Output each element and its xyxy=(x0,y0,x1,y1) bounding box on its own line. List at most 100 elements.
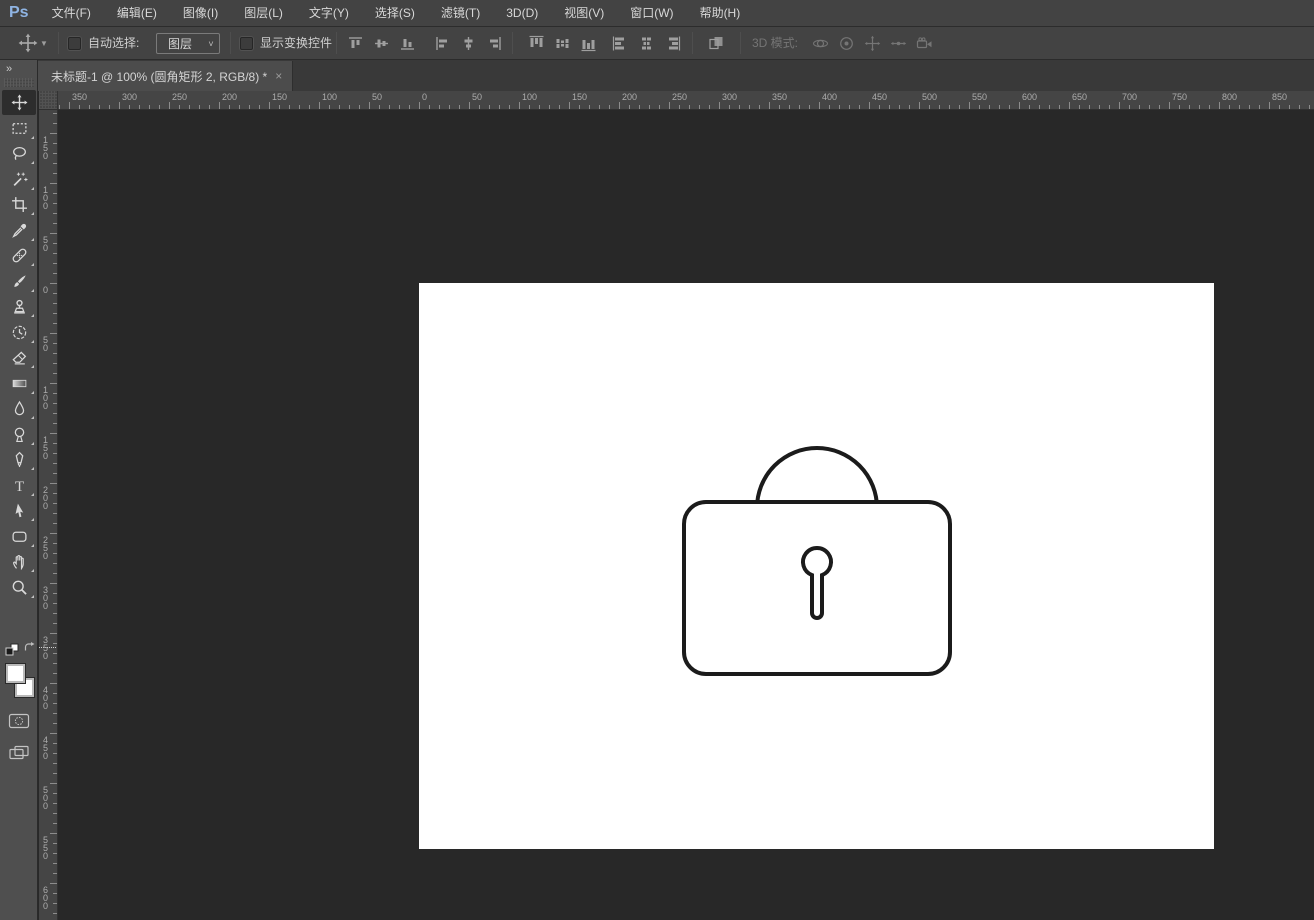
align-left-edges-button[interactable] xyxy=(430,32,454,54)
tool-type-tool[interactable]: T xyxy=(2,473,36,498)
ruler-tick xyxy=(1129,105,1130,109)
3d-pan-button[interactable] xyxy=(860,32,884,54)
ruler-tick xyxy=(53,863,57,864)
ruler-tick xyxy=(50,183,57,184)
ruler-tick xyxy=(409,105,410,109)
ruler-tick xyxy=(389,105,390,109)
menu-item-3[interactable]: 图像(I) xyxy=(170,0,231,27)
pen-tool-icon xyxy=(11,451,28,468)
tool-gradient-tool[interactable] xyxy=(2,371,36,396)
tool-brush-tool[interactable] xyxy=(2,269,36,294)
menu-item-9[interactable]: 视图(V) xyxy=(551,0,617,27)
ruler-tick xyxy=(53,593,57,594)
menu-item-10[interactable]: 窗口(W) xyxy=(617,0,686,27)
3d-rotate-button[interactable] xyxy=(808,32,832,54)
ruler-tick xyxy=(59,105,60,109)
horizontal-ruler[interactable]: 3503002502001501005005010015020025030035… xyxy=(58,91,1314,110)
tool-hand-tool[interactable] xyxy=(2,549,36,574)
ruler-tick xyxy=(50,533,57,534)
magic-wand-tool-icon xyxy=(11,171,28,188)
ruler-tick xyxy=(569,102,570,109)
3d-roll-button[interactable] xyxy=(834,32,858,54)
menu-item-1[interactable]: 文件(F) xyxy=(39,0,104,27)
move-tool-preset-icon[interactable] xyxy=(18,33,38,53)
tool-path-selection-tool[interactable] xyxy=(2,498,36,523)
panel-grip[interactable] xyxy=(4,78,34,87)
tool-clone-stamp-tool[interactable] xyxy=(2,294,36,319)
tool-preset-chevron-icon[interactable]: ▼ xyxy=(40,27,48,60)
ruler-tick xyxy=(1099,105,1100,109)
3d-zoom-button[interactable] xyxy=(912,32,936,54)
document-tab[interactable]: 未标题-1 @ 100% (圆角矩形 2, RGB/8) * × xyxy=(38,61,293,91)
distribute-left-edges-button[interactable] xyxy=(608,32,632,54)
ruler-tick xyxy=(1249,105,1250,109)
tool-edit-toolbar-ellipsis[interactable] xyxy=(2,615,36,640)
tool-move-tool[interactable] xyxy=(2,90,36,115)
panel-collapse-chevrons-icon[interactable]: » xyxy=(6,63,11,75)
distribute-top-edges-button[interactable] xyxy=(524,32,548,54)
ruler-tick xyxy=(509,105,510,109)
flyout-triangle-icon xyxy=(31,518,34,521)
distribute-vertical-centers-button[interactable] xyxy=(550,32,574,54)
show-transform-controls-checkbox[interactable] xyxy=(240,37,253,50)
foreground-color-swatch[interactable] xyxy=(5,663,26,684)
tool-magic-wand-tool[interactable] xyxy=(2,167,36,192)
ruler-tick xyxy=(599,105,600,109)
quick-mask-mode-button[interactable] xyxy=(8,712,30,730)
ruler-tick xyxy=(269,102,270,109)
ruler-tick xyxy=(53,563,57,564)
3d-slide-button[interactable] xyxy=(886,32,910,54)
ruler-tick xyxy=(739,105,740,109)
vertical-ruler[interactable]: 1 5 01 0 05 005 01 0 01 5 02 0 02 5 03 0… xyxy=(39,110,58,920)
tool-rounded-rectangle-tool[interactable] xyxy=(2,524,36,549)
tool-crop-tool[interactable] xyxy=(2,192,36,217)
default-colors-icon[interactable] xyxy=(5,643,21,659)
tool-lasso-tool[interactable] xyxy=(2,141,36,166)
ruler-tick xyxy=(359,105,360,109)
ruler-tick xyxy=(53,223,57,224)
document-tab-bar: 未标题-1 @ 100% (圆角矩形 2, RGB/8) * × xyxy=(38,60,1314,91)
swap-colors-icon[interactable] xyxy=(22,641,36,655)
ruler-label: 350 xyxy=(72,92,87,102)
tool-pen-tool[interactable] xyxy=(2,447,36,472)
screen-mode-button[interactable] xyxy=(8,744,30,762)
flyout-triangle-icon xyxy=(31,416,34,419)
ruler-tick xyxy=(53,853,57,854)
auto-select-checkbox[interactable] xyxy=(68,37,81,50)
tab-close-icon[interactable]: × xyxy=(267,69,291,83)
ruler-origin-corner[interactable] xyxy=(39,91,58,110)
menu-item-7[interactable]: 滤镜(T) xyxy=(428,0,493,27)
menu-item-8[interactable]: 3D(D) xyxy=(493,0,551,27)
tool-eraser-tool[interactable] xyxy=(2,345,36,370)
menu-item-5[interactable]: 文字(Y) xyxy=(296,0,362,27)
distribute-horizontal-centers-button[interactable] xyxy=(634,32,658,54)
svg-text:T: T xyxy=(14,478,23,493)
tool-blur-tool[interactable] xyxy=(2,396,36,421)
tool-rectangular-marquee-tool[interactable] xyxy=(2,116,36,141)
align-top-edges-button[interactable] xyxy=(343,32,367,54)
menu-item-11[interactable]: 帮助(H) xyxy=(687,0,754,27)
align-right-edges-button[interactable] xyxy=(482,32,506,54)
tool-dodge-tool[interactable] xyxy=(2,422,36,447)
ruler-tick xyxy=(339,105,340,109)
ruler-tick xyxy=(50,133,57,134)
align-horizontal-centers-button[interactable] xyxy=(456,32,480,54)
ruler-label: 250 xyxy=(672,92,687,102)
tool-spot-healing-brush-tool[interactable] xyxy=(2,243,36,268)
ruler-tick xyxy=(869,102,870,109)
distribute-bottom-edges-button[interactable] xyxy=(576,32,600,54)
auto-select-target-dropdown[interactable]: 图层 ˅ xyxy=(156,33,220,54)
align-bottom-edges-button[interactable] xyxy=(395,32,419,54)
tool-eyedropper-tool[interactable] xyxy=(2,218,36,243)
menu-item-4[interactable]: 图层(L) xyxy=(231,0,296,27)
ruler-tick xyxy=(1209,105,1210,109)
path-selection-tool-icon xyxy=(11,502,28,519)
distribute-right-edges-button[interactable] xyxy=(660,32,684,54)
dodge-tool-icon xyxy=(11,426,28,443)
align-vertical-centers-button[interactable] xyxy=(369,32,393,54)
auto-align-layers-button[interactable] xyxy=(704,32,728,54)
menu-item-6[interactable]: 选择(S) xyxy=(362,0,428,27)
tool-zoom-tool[interactable] xyxy=(2,575,36,600)
tool-history-brush-tool[interactable] xyxy=(2,320,36,345)
menu-item-2[interactable]: 编辑(E) xyxy=(104,0,170,27)
